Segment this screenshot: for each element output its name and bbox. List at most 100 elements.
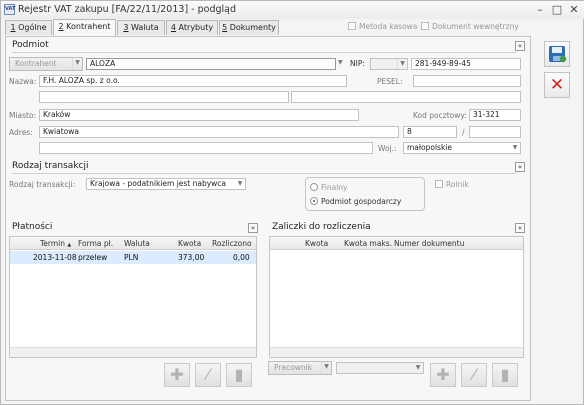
nip-label: NIP: bbox=[350, 59, 365, 68]
nip-prefix-select[interactable]: ▼ bbox=[370, 58, 408, 70]
pracownik-button[interactable]: Pracownik ▼ bbox=[268, 361, 332, 375]
miasto-label: Miasto: bbox=[9, 111, 37, 120]
wojewodztwo-select[interactable]: małopolskie ▼ bbox=[403, 142, 521, 154]
col-waluta[interactable]: Waluta bbox=[124, 239, 150, 248]
chevron-down-icon: ▼ bbox=[237, 180, 243, 187]
nazwa-line2-field[interactable] bbox=[39, 91, 289, 103]
woj-label: Woj.: bbox=[378, 144, 397, 153]
table-header: Kwota Kwota maks. Numer dokumentu bbox=[270, 237, 523, 250]
kontrahent-code-field[interactable]: ALOZA bbox=[86, 58, 336, 70]
col-termin[interactable]: Termin ▲ bbox=[40, 239, 71, 248]
chevron-down-icon: ▼ bbox=[512, 144, 518, 151]
close-button[interactable]: ✕ bbox=[567, 3, 581, 17]
floppy-disk-icon bbox=[549, 46, 567, 63]
add-zaliczka-button[interactable]: ✚ bbox=[430, 363, 456, 387]
divider bbox=[12, 173, 516, 174]
sort-asc-icon: ▲ bbox=[67, 242, 72, 248]
cell-forma: przelew bbox=[78, 253, 108, 262]
chevron-down-icon: ▼ bbox=[321, 362, 331, 374]
slash-separator: / bbox=[462, 128, 465, 137]
col-kwota-maks[interactable]: Kwota maks. bbox=[344, 239, 392, 248]
checkbox-box bbox=[348, 22, 356, 30]
plus-icon: ✚ bbox=[436, 365, 450, 384]
maximize-button[interactable]: □ bbox=[550, 3, 564, 17]
edit-icon: ⁄ bbox=[472, 365, 476, 384]
pracownik-select[interactable]: ▼ bbox=[336, 362, 424, 374]
radio-circle bbox=[310, 197, 318, 205]
nip-field[interactable]: 281-949-89-45 bbox=[411, 58, 521, 70]
close-x-icon: ✕ bbox=[549, 75, 565, 95]
cell-termin: 2013-11-08 bbox=[33, 253, 77, 262]
miasto-field[interactable]: Kraków bbox=[39, 109, 359, 121]
nazwa-line3-field[interactable] bbox=[291, 91, 521, 103]
chevron-down-icon: ▼ bbox=[397, 59, 407, 69]
edit-icon: ⁄ bbox=[206, 365, 210, 384]
nr-lokalu-field[interactable] bbox=[469, 126, 521, 138]
save-button[interactable] bbox=[544, 41, 570, 67]
col-kwota[interactable]: Kwota bbox=[305, 239, 328, 248]
edit-zaliczka-button[interactable]: ⁄ bbox=[461, 363, 487, 387]
platnosci-table[interactable]: Termin ▲ Forma pł. Waluta Kwota Rozliczo… bbox=[9, 236, 257, 358]
section-podmiot-title: Podmiot bbox=[12, 40, 49, 50]
collapse-platnosci-icon[interactable]: « bbox=[248, 223, 258, 233]
section-rodzaj-title: Rodzaj transakcji bbox=[12, 161, 89, 171]
cancel-button[interactable]: ✕ bbox=[544, 72, 570, 98]
rodzaj-transakcji-label: Rodzaj transakcji: bbox=[9, 180, 76, 189]
col-rozliczono[interactable]: Rozliczono bbox=[212, 239, 252, 248]
col-kwota[interactable]: Kwota bbox=[178, 239, 201, 248]
nazwa-label: Nazwa: bbox=[9, 77, 37, 86]
kontrahent-button[interactable]: Kontrahent ▼ bbox=[9, 57, 83, 71]
delete-zaliczka-button[interactable]: ▮ bbox=[492, 363, 518, 387]
trash-icon: ▮ bbox=[234, 365, 244, 384]
nr-domu-field[interactable]: 8 bbox=[403, 126, 457, 138]
table-row[interactable]: 2013-11-08 przelew PLN 373,00 0,00 bbox=[10, 251, 256, 264]
tab-ogolne[interactable]: 1 Ogólne bbox=[5, 20, 52, 35]
chevron-down-icon: ▼ bbox=[72, 58, 82, 70]
add-platnosc-button[interactable]: ✚ bbox=[164, 363, 190, 387]
kod-pocztowy-field[interactable]: 31-321 bbox=[469, 109, 521, 121]
section-zaliczki-title: Zaliczki do rozliczenia bbox=[272, 222, 371, 232]
radio-circle bbox=[310, 183, 318, 191]
app-icon: VAT bbox=[4, 4, 15, 15]
cell-waluta: PLN bbox=[124, 253, 139, 262]
tab-atrybuty[interactable]: 4 Atrybuty bbox=[166, 20, 218, 35]
window-title: Rejestr VAT zakupu [FA/22/11/2013] - pod… bbox=[18, 4, 237, 15]
pesel-label: PESEL: bbox=[377, 77, 403, 86]
col-numer-dokumentu[interactable]: Numer dokumentu bbox=[394, 239, 464, 248]
col-forma[interactable]: Forma pł. bbox=[78, 239, 113, 248]
tab-waluta[interactable]: 3 Waluta bbox=[117, 20, 165, 35]
edit-platnosc-button[interactable]: ⁄ bbox=[195, 363, 221, 387]
pesel-field[interactable] bbox=[413, 75, 521, 87]
rodzaj-transakcji-select[interactable]: Krajowa - podatnikiem jest nabywca ▼ bbox=[86, 178, 246, 190]
title-bar: VAT Rejestr VAT zakupu [FA/22/11/2013] -… bbox=[1, 1, 584, 19]
tab-kontrahent[interactable]: 2 Kontrahent bbox=[53, 19, 116, 36]
collapse-podmiot-icon[interactable]: « bbox=[515, 41, 525, 51]
horizontal-scrollbar[interactable] bbox=[270, 347, 523, 357]
cell-rozliczono: 0,00 bbox=[233, 253, 250, 262]
adres-label: Adres: bbox=[9, 128, 33, 137]
collapse-zaliczki-icon[interactable]: « bbox=[515, 223, 525, 233]
nazwa-field[interactable]: F.H. ALOZA sp. z o.o. bbox=[39, 75, 347, 87]
horizontal-scrollbar[interactable] bbox=[10, 347, 256, 357]
chevron-down-icon[interactable]: ▼ bbox=[338, 59, 343, 66]
table-header: Termin ▲ Forma pł. Waluta Kwota Rozliczo… bbox=[10, 237, 256, 250]
zaliczki-table[interactable]: Kwota Kwota maks. Numer dokumentu bbox=[269, 236, 524, 358]
trash-icon: ▮ bbox=[500, 365, 510, 384]
tab-dokumenty[interactable]: 5 Dokumenty bbox=[219, 20, 279, 35]
minimize-button[interactable]: – bbox=[533, 3, 547, 17]
collapse-rodzaj-icon[interactable]: « bbox=[515, 162, 525, 172]
rolnik-checkbox[interactable]: Rolnik bbox=[435, 180, 469, 189]
divider bbox=[12, 52, 516, 53]
radio-podmiot-gospodarczy[interactable]: Podmiot gospodarczy bbox=[310, 197, 401, 206]
dokument-wewnetrzny-checkbox[interactable]: Dokument wewnętrzny bbox=[421, 22, 519, 31]
ulica-field[interactable]: Kwiatowa bbox=[39, 126, 399, 138]
kod-pocztowy-label: Kod pocztowy: bbox=[413, 111, 467, 120]
cell-kwota: 373,00 bbox=[178, 253, 205, 262]
checkbox-box bbox=[435, 180, 443, 188]
adres-line2-field[interactable] bbox=[39, 142, 373, 154]
plus-icon: ✚ bbox=[170, 365, 184, 384]
metoda-kasowa-checkbox[interactable]: Metoda kasowa bbox=[348, 22, 417, 31]
window: VAT Rejestr VAT zakupu [FA/22/11/2013] -… bbox=[0, 0, 584, 405]
delete-platnosc-button[interactable]: ▮ bbox=[226, 363, 252, 387]
radio-finalny[interactable]: Finalny bbox=[310, 183, 347, 192]
